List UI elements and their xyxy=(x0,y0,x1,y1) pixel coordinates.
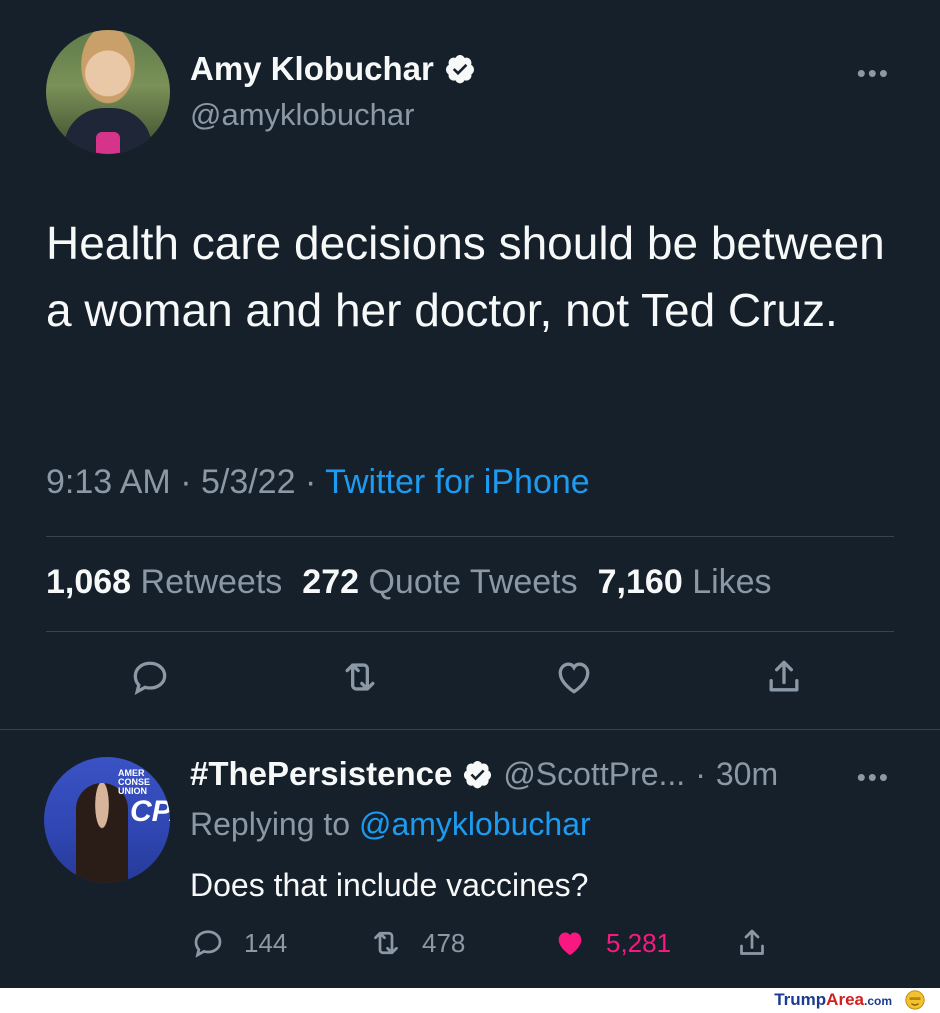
reply-count: 144 xyxy=(244,927,288,958)
share-icon xyxy=(740,929,764,955)
likes-stat[interactable]: 7,160 Likes xyxy=(598,563,772,602)
divider xyxy=(46,536,894,537)
retweet-icon[interactable] xyxy=(338,655,382,699)
reply-actions: 144 478 5,281 xyxy=(0,925,940,965)
reply-like-button[interactable]: 5,281 xyxy=(552,925,671,961)
tweet-meta: 9:13 AM · 5/3/22 · Twitter for iPhone xyxy=(46,463,590,501)
reply-author-handle[interactable]: @ScottPre... xyxy=(503,756,685,793)
verified-badge-icon xyxy=(445,55,474,84)
quotes-count: 272 xyxy=(302,563,360,601)
verified-badge-icon xyxy=(464,760,492,788)
author-handle[interactable]: @amyklobuchar xyxy=(190,97,414,133)
more-options-icon[interactable]: ••• xyxy=(857,58,890,89)
replying-mention[interactable]: @amyklobuchar xyxy=(359,806,591,842)
reply-reply-button[interactable]: 144 xyxy=(190,925,287,961)
tweet-stats: 1,068 Retweets 272 Quote Tweets 7,160 Li… xyxy=(46,563,772,602)
like-filled-icon xyxy=(558,932,582,955)
share-icon[interactable] xyxy=(762,655,806,699)
reply-author-avatar[interactable]: AMER CONSE UNION CPAC xyxy=(44,757,170,883)
divider xyxy=(46,631,894,632)
reply-header: #ThePersistence @ScottPre... · 30m xyxy=(190,755,778,793)
replying-label: Replying to xyxy=(190,806,351,842)
reply-text: Does that include vaccines? xyxy=(190,867,589,903)
retweets-stat[interactable]: 1,068 Retweets xyxy=(46,563,282,602)
reply-icon[interactable] xyxy=(128,655,172,699)
quotes-stat[interactable]: 272 Quote Tweets xyxy=(302,563,577,602)
tweet-date[interactable]: 5/3/22 xyxy=(201,463,296,501)
reply-retweet-button[interactable]: 478 xyxy=(368,925,465,961)
quotes-label: Quote Tweets xyxy=(368,563,578,601)
reply-tweet[interactable]: AMER CONSE UNION CPAC #ThePersistence @S… xyxy=(0,730,940,988)
replying-to: Replying to @amyklobuchar xyxy=(190,806,591,843)
tweet-source[interactable]: Twitter for iPhone xyxy=(325,463,590,501)
like-icon[interactable] xyxy=(552,655,596,699)
retweet-count: 478 xyxy=(422,927,466,958)
reply-dot: · xyxy=(695,755,706,792)
main-tweet: Amy Klobuchar @amyklobuchar ••• Health c… xyxy=(0,0,940,730)
author-display-name[interactable]: Amy Klobuchar xyxy=(190,50,434,88)
watermark-footer: TrumpArea.com xyxy=(0,988,940,1013)
watermark-logo: TrumpArea.com xyxy=(774,990,892,1009)
author-name-row: Amy Klobuchar xyxy=(190,50,476,88)
tweet-text: Health care decisions should be between … xyxy=(46,217,885,336)
tweet-actions xyxy=(0,655,940,711)
likes-count: 7,160 xyxy=(597,563,683,601)
mascot-icon xyxy=(905,990,925,1010)
retweets-count: 1,068 xyxy=(46,563,132,601)
reply-icon xyxy=(194,930,222,958)
retweets-label: Retweets xyxy=(140,563,283,601)
author-avatar[interactable] xyxy=(46,30,170,154)
avatar-logo-text: AMER CONSE UNION xyxy=(118,768,151,796)
likes-label: Likes xyxy=(692,563,772,601)
reply-author-name[interactable]: #ThePersistence xyxy=(190,755,452,793)
reply-share-button[interactable] xyxy=(734,925,770,961)
retweet-icon xyxy=(374,931,398,955)
like-count: 5,281 xyxy=(606,927,672,958)
reply-more-options-icon[interactable]: ••• xyxy=(857,762,890,793)
reply-time[interactable]: 30m xyxy=(716,756,778,793)
tweet-time[interactable]: 9:13 AM xyxy=(46,463,171,501)
avatar-logo-mark: CPAC xyxy=(130,795,170,828)
